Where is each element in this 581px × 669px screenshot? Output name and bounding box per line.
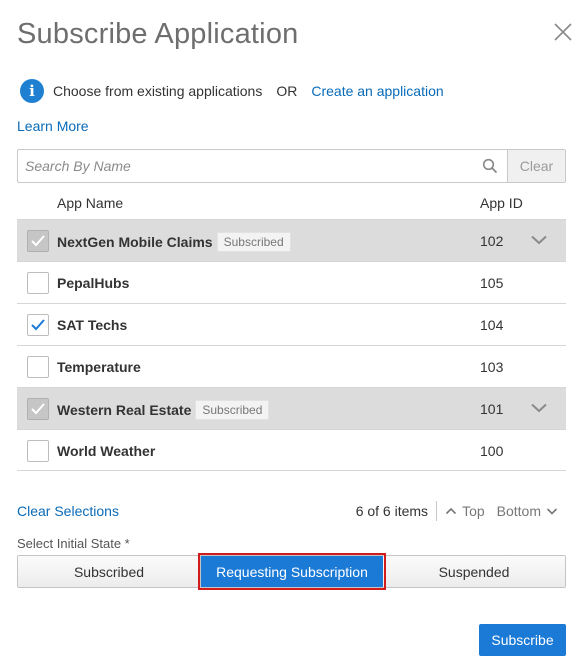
info-icon: i [20,79,44,103]
app-name: NextGen Mobile Claims Subscribed [57,232,291,253]
clear-selections-link[interactable]: Clear Selections [17,503,119,519]
applications-table: App Name App ID NextGen Mobile Claims Sub… [17,190,566,471]
app-name: Western Real Estate Subscribed [57,400,270,421]
create-application-link[interactable]: Create an application [311,83,443,99]
dialog-title: Subscribe Application [17,18,299,50]
chevron-down-icon[interactable] [530,401,548,417]
info-text: Choose from existing applications [53,83,263,99]
pager: 6 of 6 items Top Bottom [356,500,558,522]
initial-state-selector: Subscribed Requesting Subscription Suspe… [17,553,566,590]
app-name-text: PepalHubs [57,275,130,291]
search-bar: Clear [17,149,566,183]
app-id: 101 [480,401,504,417]
app-id: 105 [480,275,504,291]
app-name: SAT Techs [57,317,127,333]
status-badge: Subscribed [216,232,291,252]
or-text: OR [276,83,298,99]
row-checkbox[interactable] [27,440,49,462]
app-name-text: Temperature [57,359,141,375]
search-input[interactable] [18,150,473,182]
table-row[interactable]: PepalHubs 105 [17,261,566,303]
state-option-requesting-subscription[interactable]: Requesting Subscription [198,553,386,590]
state-option-subscribed[interactable]: Subscribed [18,556,201,587]
app-name-text: SAT Techs [57,317,128,333]
row-checkbox[interactable] [27,272,49,294]
app-id: 103 [480,359,504,375]
row-checkbox[interactable] [27,356,49,378]
app-name: Temperature [57,359,141,375]
scroll-top-label: Top [462,503,485,519]
app-name: PepalHubs [57,275,129,291]
app-id: 102 [480,233,504,249]
table-row[interactable]: World Weather 100 [17,429,566,471]
row-checkbox [27,230,49,252]
chevron-down-icon [546,508,558,515]
app-name: World Weather [57,443,155,459]
search-icon[interactable] [473,150,507,182]
row-checkbox [27,398,49,420]
search-clear-button[interactable]: Clear [507,150,565,182]
checkmark-icon [31,319,45,331]
item-count: 6 of 6 items [355,503,429,519]
table-row[interactable]: SAT Techs 104 [17,303,566,345]
app-name-text: NextGen Mobile Claims [57,234,213,250]
table-row[interactable]: Temperature 103 [17,345,566,387]
scroll-bottom-button[interactable]: Bottom [497,503,558,519]
checkmark-icon [31,235,45,247]
column-header-app-name: App Name [57,195,124,211]
scroll-top-button[interactable]: Top [445,503,485,519]
column-header-app-id: App ID [480,195,523,211]
app-id: 104 [480,317,504,333]
initial-state-label: Select Initial State * [17,536,130,551]
table-row[interactable]: NextGen Mobile Claims Subscribed 102 [17,219,566,261]
pager-divider [436,501,438,521]
state-option-suspended[interactable]: Suspended [383,556,565,587]
row-checkbox[interactable] [27,314,49,336]
subscribe-button[interactable]: Subscribe [479,624,566,656]
info-row: i Choose from existing applications OR C… [20,79,444,103]
table-row[interactable]: Western Real Estate Subscribed 101 [17,387,566,429]
table-header: App Name App ID [17,190,566,219]
status-badge: Subscribed [195,400,270,420]
app-id: 100 [480,443,504,459]
app-name-text: World Weather [57,443,156,459]
close-icon[interactable] [553,22,573,42]
chevron-down-icon[interactable] [530,233,548,249]
table-footer: Clear Selections 6 of 6 items Top Bottom [17,500,566,522]
app-name-text: Western Real Estate [57,402,192,418]
chevron-up-icon [445,507,457,515]
learn-more-link[interactable]: Learn More [17,118,89,134]
checkmark-icon [31,403,45,415]
scroll-bottom-label: Bottom [496,503,541,519]
